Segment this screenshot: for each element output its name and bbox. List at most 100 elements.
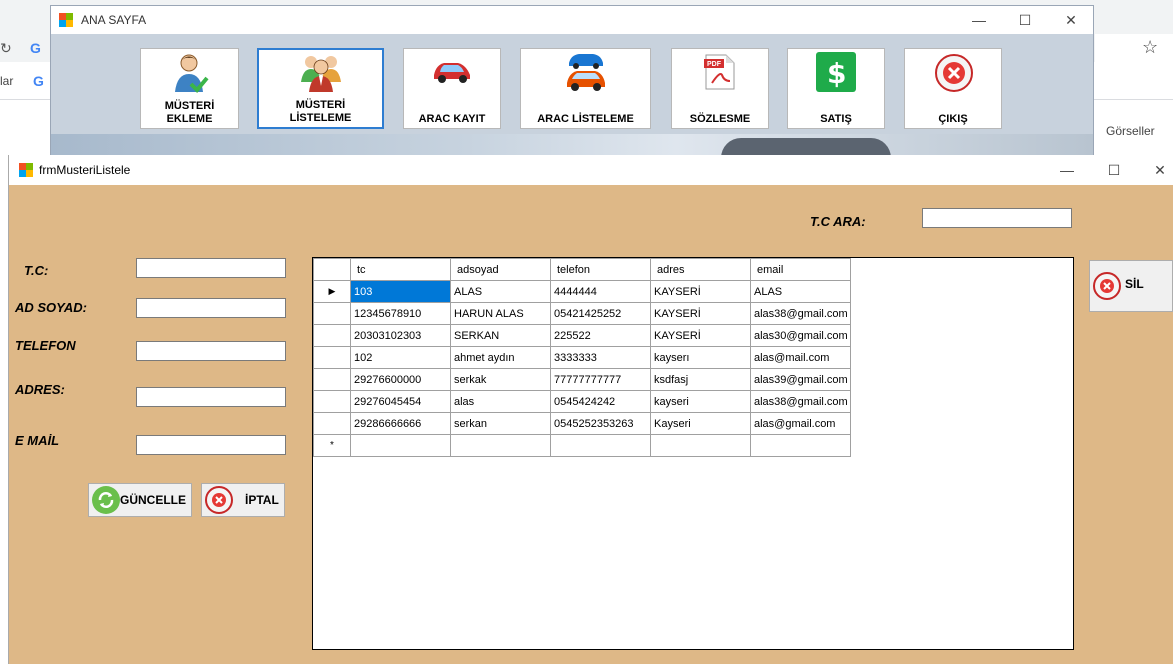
row-header[interactable] — [313, 412, 351, 435]
list-maximize-button[interactable]: ☐ — [1091, 155, 1137, 185]
main-maximize-button[interactable]: ☐ — [1002, 6, 1048, 34]
customers-list-icon — [301, 56, 341, 92]
table-cell[interactable]: serkak — [450, 368, 551, 391]
table-cell[interactable]: 12345678910 — [350, 302, 451, 325]
table-cell[interactable]: ALAS — [750, 280, 851, 303]
table-cell[interactable]: 77777777777 — [550, 368, 651, 391]
customer-grid[interactable]: tc adsoyad telefon adres email ▶ 103 ALA… — [312, 257, 1074, 650]
table-cell[interactable]: HARUN ALAS — [450, 302, 551, 325]
table-cell[interactable]: Kayseri — [650, 412, 751, 435]
address-label: ADRES: — [15, 382, 65, 397]
update-button[interactable]: GÜNCELLE — [88, 483, 192, 517]
table-cell[interactable]: alas30@gmail.com — [750, 324, 851, 347]
browser-omnibox-end[interactable] — [1095, 34, 1173, 62]
table-row[interactable]: 29286666666 serkan 0545252353263 Kayseri… — [313, 412, 851, 435]
table-cell[interactable]: KAYSERİ — [650, 302, 751, 325]
main-window-title: ANA SAYFA — [81, 13, 147, 27]
main-toolbar: MÜSTERİ EKLEME MÜSTERİ LİSTELEME ARAC KA… — [51, 34, 1093, 134]
images-link[interactable]: Görseller — [1106, 124, 1155, 138]
customer-add-button[interactable]: MÜSTERİ EKLEME — [140, 48, 239, 129]
table-cell[interactable]: ahmet aydın — [450, 346, 551, 369]
table-cell[interactable]: alas@gmail.com — [750, 412, 851, 435]
table-cell[interactable]: SERKAN — [450, 324, 551, 347]
table-cell[interactable] — [650, 434, 751, 457]
table-cell[interactable]: 29286666666 — [350, 412, 451, 435]
cars-list-icon — [567, 54, 605, 91]
table-cell[interactable]: alas@mail.com — [750, 346, 851, 369]
table-cell[interactable]: KAYSERİ — [650, 324, 751, 347]
column-header-adsoyad[interactable]: adsoyad — [450, 258, 551, 281]
table-cell[interactable] — [350, 434, 451, 457]
column-header-telefon[interactable]: telefon — [550, 258, 651, 281]
main-minimize-button[interactable]: — — [956, 6, 1002, 34]
tc-label: T.C: — [24, 263, 49, 278]
table-cell[interactable]: 3333333 — [550, 346, 651, 369]
phone-input[interactable] — [136, 341, 286, 361]
table-cell[interactable]: ksdfasj — [650, 368, 751, 391]
contract-button[interactable]: PDF SÖZLESME — [671, 48, 769, 129]
table-cell[interactable]: alas38@gmail.com — [750, 390, 851, 413]
google-bookmark-icon[interactable]: G — [33, 73, 44, 89]
main-background-photo — [51, 134, 1093, 156]
row-header[interactable] — [313, 346, 351, 369]
table-cell[interactable]: 0545252353263 — [550, 412, 651, 435]
table-cell[interactable]: alas — [450, 390, 551, 413]
car-register-button[interactable]: ARAC KAYIT — [403, 48, 501, 129]
column-header-adres[interactable]: adres — [650, 258, 751, 281]
row-header[interactable] — [313, 390, 351, 413]
table-cell[interactable]: 05421425252 — [550, 302, 651, 325]
table-cell[interactable]: 4444444 — [550, 280, 651, 303]
table-row[interactable]: 102 ahmet aydın 3333333 kayserı alas@mai… — [313, 346, 851, 369]
column-header-email[interactable]: email — [750, 258, 851, 281]
table-cell[interactable]: alas39@gmail.com — [750, 368, 851, 391]
new-row[interactable]: * — [313, 434, 851, 457]
tc-input[interactable] — [136, 258, 286, 278]
browser-reload-fragment: ↻ — [0, 40, 12, 56]
cancel-button[interactable]: İPTAL — [201, 483, 285, 517]
table-row[interactable]: 29276045454 alas 0545424242 kayseri alas… — [313, 390, 851, 413]
current-row-indicator[interactable]: ▶ — [313, 280, 351, 303]
new-row-indicator[interactable]: * — [313, 434, 351, 457]
table-cell[interactable]: kayserı — [650, 346, 751, 369]
fullname-input[interactable] — [136, 298, 286, 318]
table-cell[interactable] — [450, 434, 551, 457]
table-cell[interactable]: serkan — [450, 412, 551, 435]
pdf-icon: PDF — [704, 54, 735, 90]
main-close-button[interactable]: ✕ — [1048, 6, 1094, 34]
exit-button[interactable]: ÇIKIŞ — [904, 48, 1002, 129]
table-cell[interactable] — [550, 434, 651, 457]
row-header[interactable] — [313, 302, 351, 325]
sales-button[interactable]: $ SATIŞ — [787, 48, 885, 129]
table-cell[interactable]: 103 — [350, 280, 451, 303]
cancel-icon — [205, 486, 233, 514]
table-cell[interactable]: alas38@gmail.com — [750, 302, 851, 325]
table-cell[interactable]: 225522 — [550, 324, 651, 347]
table-cell[interactable]: 0545424242 — [550, 390, 651, 413]
address-input[interactable] — [136, 387, 286, 407]
row-header[interactable] — [313, 324, 351, 347]
list-close-button[interactable]: ✕ — [1137, 155, 1173, 185]
table-row[interactable]: 12345678910 HARUN ALAS 05421425252 KAYSE… — [313, 302, 851, 325]
table-row[interactable]: ▶ 103 ALAS 4444444 KAYSERİ ALAS — [313, 280, 851, 303]
table-cell[interactable]: 29276045454 — [350, 390, 451, 413]
table-cell[interactable] — [750, 434, 851, 457]
table-cell[interactable]: KAYSERİ — [650, 280, 751, 303]
table-cell[interactable]: 102 — [350, 346, 451, 369]
tc-search-input[interactable] — [922, 208, 1072, 228]
bookmark-star-icon[interactable]: ☆ — [1142, 37, 1158, 58]
table-cell[interactable]: 20303102303 — [350, 324, 451, 347]
svg-text:$: $ — [827, 57, 846, 90]
table-row[interactable]: 29276600000 serkak 77777777777 ksdfasj a… — [313, 368, 851, 391]
table-cell[interactable]: ALAS — [450, 280, 551, 303]
row-header[interactable] — [313, 368, 351, 391]
delete-button[interactable]: SİL — [1089, 260, 1173, 312]
customer-list-button[interactable]: MÜSTERİ LİSTELEME — [257, 48, 384, 129]
table-row[interactable]: 20303102303 SERKAN 225522 KAYSERİ alas30… — [313, 324, 851, 347]
column-header-tc[interactable]: tc — [350, 258, 451, 281]
list-minimize-button[interactable]: — — [1044, 155, 1090, 185]
google-icon[interactable]: G — [30, 40, 41, 56]
table-cell[interactable]: 29276600000 — [350, 368, 451, 391]
table-cell[interactable]: kayseri — [650, 390, 751, 413]
email-input[interactable] — [136, 435, 286, 455]
car-list-button[interactable]: ARAC LİSTELEME — [520, 48, 651, 129]
